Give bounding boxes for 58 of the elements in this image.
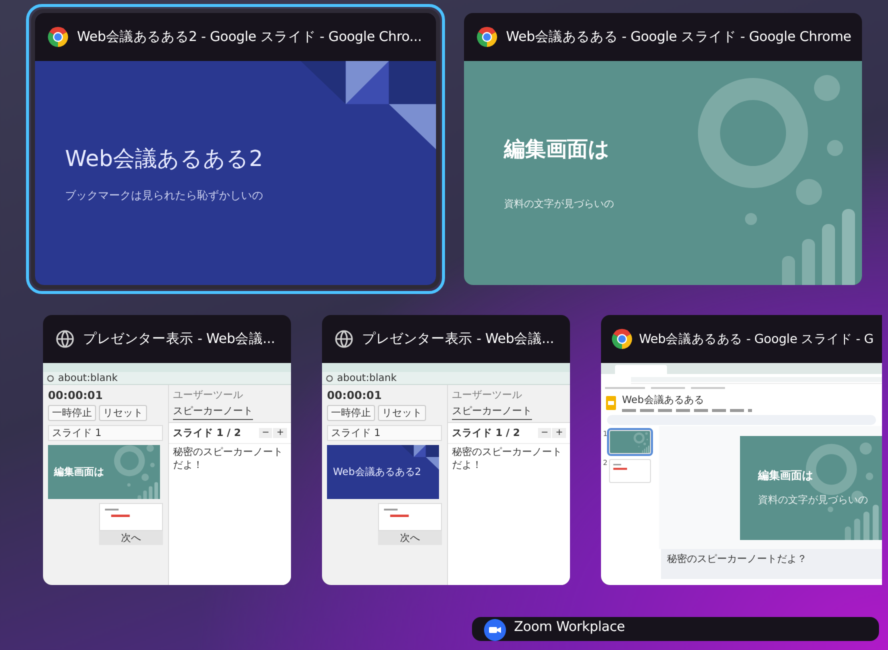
info-icon bbox=[47, 374, 54, 382]
info-icon bbox=[326, 374, 333, 382]
presenter-button[interactable]: 一時停止 bbox=[327, 405, 375, 421]
window-title: Web会議あるある2 - Google スライド - Google Chro... bbox=[77, 28, 422, 46]
slide-title: 編集画面は bbox=[502, 136, 611, 163]
timer: 00:00:01 bbox=[327, 389, 383, 402]
speaker-notes: 秘密のスピーカーノートだよ！ bbox=[172, 446, 284, 472]
window-title: プレゼンター表示 - Web会議... bbox=[362, 330, 554, 348]
url-text: about:blank bbox=[58, 372, 118, 384]
slide-counter: スライド 1 / 2 bbox=[173, 427, 242, 440]
window-thumbnail[interactable]: Web会議あるある2 - Google スライド - Google Chro... Web会議あるある2 ブックマークは見られたら恥ずかしいの bbox=[26, 4, 445, 294]
zoom-button[interactable]: − bbox=[538, 428, 552, 438]
document-title: Web会議あるある bbox=[622, 394, 705, 407]
zoom-button[interactable]: + bbox=[273, 428, 287, 438]
tab[interactable]: ユーザーツール bbox=[173, 387, 243, 403]
url-text: about:blank bbox=[337, 372, 397, 384]
globe-icon bbox=[334, 329, 354, 349]
slide-subtitle: 資料の文字が見づらいの bbox=[758, 494, 869, 507]
slide-title: 編集画面は bbox=[758, 468, 814, 483]
slide-decoration-drawing bbox=[634, 432, 650, 453]
slide-counter: スライド 1 / 2 bbox=[452, 427, 520, 440]
globe-icon bbox=[55, 329, 75, 349]
zoom-button[interactable]: − bbox=[258, 428, 272, 438]
zoom-button[interactable]: + bbox=[552, 428, 566, 438]
timer: 00:00:01 bbox=[48, 389, 104, 402]
slide-decoration-drawing bbox=[614, 464, 628, 470]
slide-subtitle: 資料の文字が見づらいの bbox=[503, 198, 615, 211]
slide-dropdown[interactable]: スライド 1 bbox=[327, 425, 442, 441]
slide-title: Web会議あるある2 bbox=[65, 146, 264, 174]
presenter-button[interactable]: 一時停止 bbox=[48, 405, 96, 421]
camera-icon bbox=[484, 619, 506, 641]
slide-decoration-drawing bbox=[384, 508, 409, 517]
slide-decoration-drawing bbox=[114, 445, 158, 499]
presenter-button[interactable]: リセット bbox=[378, 405, 426, 421]
slide-decoration-drawing bbox=[104, 508, 130, 517]
tab[interactable]: ユーザーツール bbox=[452, 387, 522, 403]
window-title: プレゼンター表示 - Web会議... bbox=[83, 330, 275, 348]
slides-icon bbox=[606, 396, 616, 410]
tab[interactable]: スピーカーノート bbox=[452, 403, 532, 420]
browser-icon bbox=[611, 328, 633, 350]
next-button[interactable]: 次へ bbox=[99, 531, 163, 545]
browser-icon bbox=[47, 26, 69, 48]
slide-filmstrip-item[interactable] bbox=[609, 459, 652, 483]
presenter-button[interactable]: リセット bbox=[99, 405, 147, 421]
speaker-notes-field[interactable]: 秘密のスピーカーノートだよ？ bbox=[661, 549, 882, 579]
slide-title: Web会議あるある2 bbox=[333, 466, 422, 479]
window-title: Web会議あるある - Google スライド - Google Chrome bbox=[506, 28, 852, 46]
speaker-notes: 秘密のスピーカーノートだよ？ bbox=[667, 554, 807, 565]
browser-icon bbox=[476, 26, 498, 48]
slide-filmstrip-item[interactable] bbox=[609, 430, 652, 454]
window-title: Web会議あるある - Google スライド - G bbox=[639, 330, 874, 348]
slide-dropdown[interactable]: スライド 1 bbox=[48, 425, 163, 441]
tab[interactable]: スピーカーノート bbox=[173, 403, 253, 420]
slide-subtitle: ブックマークは見られたら恥ずかしいの bbox=[65, 188, 264, 202]
speaker-notes: 秘密のスピーカーノートだよ！ bbox=[451, 446, 563, 472]
window-title: Zoom Workplace bbox=[514, 619, 625, 635]
slide-title: 編集画面は bbox=[54, 466, 105, 479]
next-button[interactable]: 次へ bbox=[378, 531, 442, 545]
